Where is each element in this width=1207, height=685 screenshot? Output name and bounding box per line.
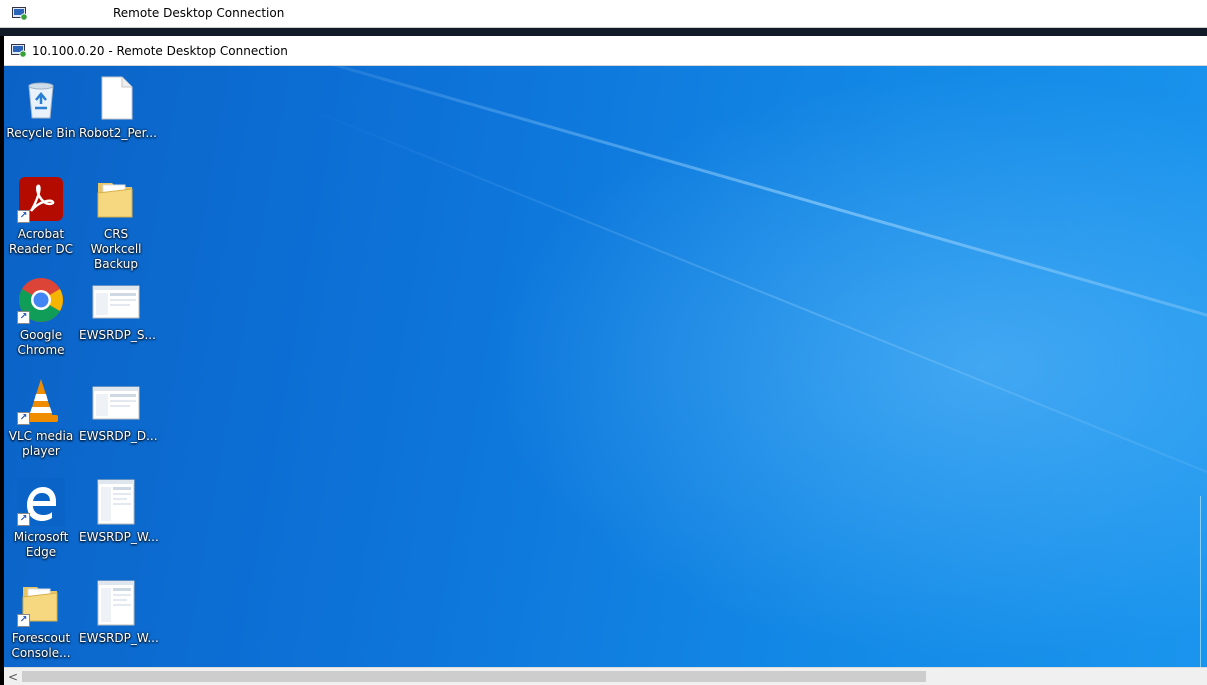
desktop-icon-ewsrdp-s[interactable]: EWSRDP_S... (79, 276, 156, 343)
outer-window-title: Remote Desktop Connection (113, 6, 285, 20)
desktop-icon-microsoft-edge[interactable]: ↗ Microsoft Edge (4, 478, 78, 560)
remote-desktop[interactable]: Recycle Bin Robot2_Per... ↗ Acrobat Read… (4, 66, 1207, 667)
screenshot-file-icon (97, 580, 135, 626)
desktop-icon-label: EWSRDP_D... (79, 429, 158, 443)
wallpaper-window-edge (1200, 496, 1207, 667)
desktop-icon-label: Acrobat Reader DC (9, 227, 73, 256)
folder-icon (97, 183, 133, 218)
wallpaper-light-beam (203, 66, 1207, 388)
desktop-icon-label: Forescout Console... (11, 631, 71, 660)
screenshot-file-icon (92, 285, 140, 319)
scroll-left-arrow[interactable]: < (8, 670, 18, 684)
desktop-icon-forescout-console[interactable]: ↗ Forescout Console... (4, 579, 78, 661)
outer-window-titlebar[interactable]: Remote Desktop Connection (0, 0, 1207, 28)
window-separator (0, 28, 1207, 36)
shortcut-arrow-icon: ↗ (17, 210, 30, 223)
scrollbar-thumb[interactable] (22, 671, 926, 682)
desktop-icon-recycle-bin[interactable]: Recycle Bin (4, 74, 78, 141)
desktop-icon-label: EWSRDP_S... (79, 328, 156, 342)
desktop-icon-label: Robot2_Per... (79, 126, 157, 140)
desktop-icon-crs-workcell-backup[interactable]: CRS Workcell Backup (79, 175, 153, 272)
recycle-bin-icon (28, 82, 54, 119)
inner-window-title: 10.100.0.20 - Remote Desktop Connection (32, 44, 288, 58)
desktop-icon-label: Google Chrome (17, 328, 65, 357)
horizontal-scrollbar[interactable]: < (4, 667, 1207, 685)
remote-desktop-icon (11, 44, 27, 58)
screenshot-file-icon (92, 386, 140, 420)
desktop-icon-label: EWSRDP_W... (79, 530, 159, 544)
inner-window-titlebar[interactable]: 10.100.0.20 - Remote Desktop Connection (4, 36, 1207, 66)
desktop-icon-acrobat-reader[interactable]: ↗ Acrobat Reader DC (4, 175, 78, 257)
shortcut-arrow-icon: ↗ (17, 412, 30, 425)
desktop-icon-ewsrdp-w[interactable]: EWSRDP_W... (79, 579, 159, 646)
desktop-icon-ewsrdp-d[interactable]: EWSRDP_D... (79, 377, 158, 444)
desktop-icon-label: EWSRDP_W... (79, 631, 159, 645)
desktop-icon-label: Recycle Bin (6, 126, 76, 140)
screenshot-file-icon (97, 479, 135, 525)
desktop-icon-vlc-media-player[interactable]: ↗ VLC media player (4, 377, 78, 459)
desktop-icon-robot2-file[interactable]: Robot2_Per... (79, 74, 157, 141)
desktop-icon-label: Microsoft Edge (13, 530, 69, 559)
blank-file-icon (101, 76, 133, 120)
desktop-icon-label: VLC media player (8, 429, 74, 458)
desktop-icon-label: CRS Workcell Backup (90, 227, 142, 271)
wallpaper-light-beam (303, 106, 1207, 520)
shortcut-arrow-icon: ↗ (17, 614, 30, 627)
shortcut-arrow-icon: ↗ (17, 311, 30, 324)
desktop-icon-ewsrdp-w[interactable]: EWSRDP_W... (79, 478, 159, 545)
desktop-icon-google-chrome[interactable]: ↗ Google Chrome (4, 276, 78, 358)
remote-desktop-icon (12, 7, 28, 21)
shortcut-arrow-icon: ↗ (17, 513, 30, 526)
